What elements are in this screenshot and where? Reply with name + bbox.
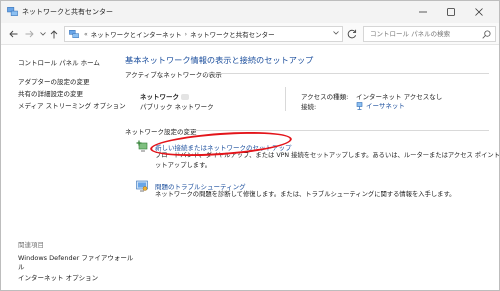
close-icon [475,8,483,16]
access-type-label: アクセスの種類: [301,93,349,101]
minimize-button[interactable] [409,1,437,23]
chevron-down-icon [40,32,46,36]
network-name: ネットワーク [140,91,189,101]
arrow-up-icon [50,29,58,38]
sidebar-media-streaming[interactable]: メディア ストリーミング オプション [18,100,126,110]
maximize-button[interactable] [437,1,465,23]
related-heading: 関連項目 [18,241,44,249]
active-networks-label: アクティブなネットワークの表示 [125,71,222,79]
network-app-icon [7,7,18,16]
main-content: 基本ネットワーク情報の表示と接続のセットアップ アクティブなネットワークの表示 … [119,45,499,290]
title-bar: ネットワークと共有センター [1,1,499,23]
new-connection-icon [136,140,148,152]
refresh-icon [347,29,357,39]
ethernet-icon [356,102,363,110]
breadcrumb-separator: › [184,30,188,38]
divider [191,130,489,131]
maximize-icon [447,8,455,16]
divider [285,87,286,111]
sidebar-firewall[interactable]: Windows Defender ファイアウォール [18,252,133,262]
troubleshoot-icon [136,180,148,192]
network-type: パブリック ネットワーク [140,103,214,111]
address-overflow[interactable]: « [84,31,88,38]
arrow-right-icon [25,30,34,38]
back-button[interactable] [7,27,19,41]
navigation-bar: « ネットワークとインターネット › ネットワークと共有センター [1,23,499,45]
network-folder-icon [69,30,79,38]
sidebar-firewall-cont[interactable]: ル [18,261,25,271]
refresh-button[interactable] [346,28,358,40]
sidebar-adapter-settings[interactable]: アダプターの設定の変更 [18,76,90,86]
address-bar[interactable]: « ネットワークとインターネット › ネットワークと共有センター [64,26,343,42]
sidebar: コントロール パネル ホーム アダプターの設定の変更 共有の詳細設定の変更 メデ… [1,45,133,290]
connection-ethernet-link[interactable]: イーサネット [356,100,405,110]
sidebar-control-panel-home[interactable]: コントロール パネル ホーム [18,57,100,67]
address-dropdown-button[interactable] [333,30,339,37]
new-connection-description-cont: ットアップします。 [155,162,212,169]
troubleshoot-description: ネットワークの問題を診断して修復します。または、トラブルシューティングに関する情… [155,191,456,198]
redacted-mark [181,94,189,100]
sidebar-internet-options[interactable]: インターネット オプション [18,272,98,282]
search-icon [482,30,491,39]
chevron-down-icon [333,31,339,35]
forward-button[interactable] [23,27,35,41]
connection-label: 接続: [301,103,317,111]
breadcrumb-network-internet[interactable]: ネットワークとインターネット [91,29,182,39]
up-button[interactable] [48,27,60,41]
page-title: 基本ネットワーク情報の表示と接続のセットアップ [125,55,314,65]
window: ネットワークと共有センター « ネットワークとインターネット › ネットワークと… [0,0,500,291]
search-input[interactable] [370,30,480,38]
divider [204,73,489,74]
minimize-icon [419,11,427,13]
close-button[interactable] [465,1,493,23]
search-box[interactable] [363,26,496,42]
arrow-left-icon [8,30,17,38]
change-settings-label: ネットワーク設定の変更 [125,128,197,136]
window-title: ネットワークと共有センター [22,8,113,16]
breadcrumb-sharing-center[interactable]: ネットワークと共有センター [190,29,275,39]
sidebar-advanced-sharing[interactable]: 共有の詳細設定の変更 [18,88,83,98]
